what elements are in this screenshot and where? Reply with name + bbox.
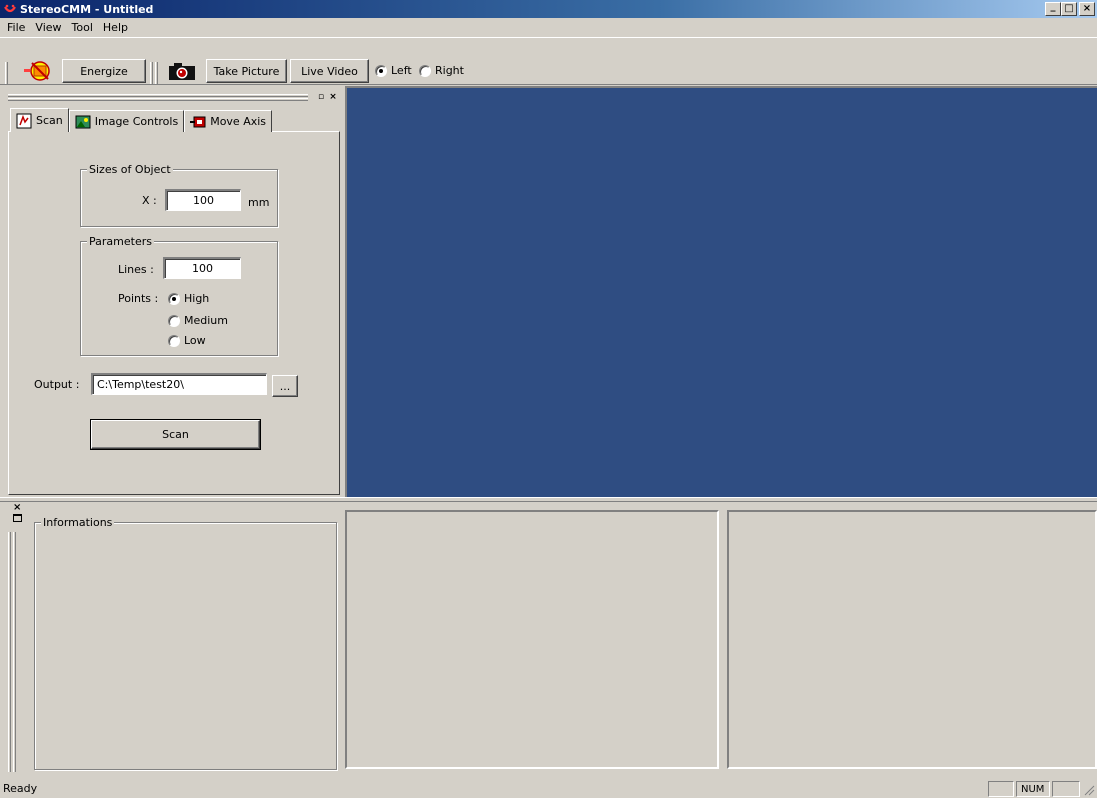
right-radio[interactable]	[419, 64, 431, 77]
status-indicator-caps	[988, 781, 1014, 797]
x-unit-label: mm	[248, 196, 270, 209]
informations-group: Informations	[34, 516, 337, 770]
close-button[interactable]: ×	[1079, 2, 1095, 16]
left-camera-pane[interactable]	[345, 510, 719, 769]
status-bar: Ready NUM	[0, 779, 1097, 798]
points-low-radio[interactable]	[168, 334, 180, 347]
window-title: StereoCMM - Untitled	[20, 2, 154, 16]
menu-help[interactable]: Help	[98, 21, 133, 34]
bottom-panel: × Informations	[0, 502, 1097, 779]
points-low-option[interactable]: Low	[168, 334, 206, 347]
status-indicator-scroll	[1052, 781, 1080, 797]
energize-button[interactable]: Energize	[62, 59, 146, 83]
x-label: X :	[142, 194, 157, 207]
camera-icon-button[interactable]	[162, 59, 202, 83]
toolbar-grip[interactable]	[5, 62, 8, 84]
live-video-label: Live Video	[301, 64, 358, 78]
bottom-panel-close-icon[interactable]: ×	[13, 503, 21, 513]
bottom-panel-grip[interactable]	[8, 532, 11, 772]
lines-value: 100	[192, 262, 213, 275]
points-medium-option[interactable]: Medium	[168, 314, 228, 327]
maximize-icon: □	[1064, 3, 1074, 14]
points-high-radio[interactable]	[168, 292, 180, 305]
menu-view-label: View	[35, 21, 62, 34]
title-bar[interactable]: StereoCMM - Untitled _ □ ×	[0, 0, 1097, 18]
maximize-button[interactable]: □	[1061, 2, 1077, 16]
status-text: Ready	[3, 782, 38, 795]
left-radio[interactable]	[375, 64, 387, 77]
menu-view[interactable]: View	[30, 21, 66, 34]
live-video-button[interactable]: Live Video	[290, 59, 369, 83]
x-size-input[interactable]: 100	[165, 189, 241, 211]
tab-strip: Scan Image Controls Move Axis	[10, 108, 273, 132]
scan-button-label: Scan	[162, 428, 189, 441]
tab-scan[interactable]: Scan	[10, 108, 69, 132]
camera-icon	[169, 63, 195, 80]
take-picture-label: Take Picture	[213, 64, 280, 78]
points-medium-radio[interactable]	[168, 314, 180, 327]
tab-move-axis[interactable]: Move Axis	[184, 110, 273, 132]
tab-scan-label: Scan	[36, 114, 63, 127]
points-high-label: High	[184, 292, 210, 305]
bottom-panel-restore-icon[interactable]	[13, 514, 22, 522]
points-label: Points :	[118, 292, 159, 305]
sizes-of-object-title: Sizes of Object	[87, 163, 173, 176]
energize-icon	[24, 61, 50, 81]
informations-title: Informations	[41, 516, 115, 529]
x-size-value: 100	[193, 194, 214, 207]
energize-label: Energize	[80, 64, 128, 78]
output-label: Output :	[34, 378, 80, 391]
points-high-option[interactable]: High	[168, 292, 209, 305]
menu-file[interactable]: File	[2, 21, 30, 34]
tab-image-controls[interactable]: Image Controls	[68, 110, 185, 132]
panel-close-icon[interactable]: ×	[328, 93, 338, 103]
toolbar-separator	[155, 62, 158, 84]
menu-tool-label: Tool	[71, 21, 93, 34]
take-picture-button[interactable]: Take Picture	[206, 59, 287, 83]
image-controls-icon	[75, 115, 91, 128]
app-icon	[4, 4, 16, 13]
scan-panel: ▫ × Scan Image Controls Move Axis Sizes …	[0, 86, 345, 497]
minimize-icon: _	[1050, 1, 1056, 12]
right-radio-label: Right	[435, 64, 464, 77]
lines-input[interactable]: 100	[163, 257, 241, 279]
close-icon: ×	[1082, 3, 1092, 14]
status-num-label: NUM	[1021, 783, 1045, 795]
toolbar-separator	[150, 62, 153, 84]
minimize-button[interactable]: _	[1045, 2, 1061, 16]
move-axis-icon	[190, 116, 206, 127]
status-indicator-num: NUM	[1016, 781, 1050, 797]
output-path-input[interactable]: C:\Temp\test20\	[91, 373, 267, 395]
scan-button[interactable]: Scan	[90, 419, 261, 450]
tab-image-controls-label: Image Controls	[94, 115, 179, 128]
right-camera-pane[interactable]	[727, 510, 1097, 769]
output-path-value: C:\Temp\test20\	[97, 378, 184, 391]
left-radio-label: Left	[391, 64, 412, 77]
browse-output-label: ...	[279, 379, 291, 393]
main-view[interactable]	[345, 86, 1097, 497]
panel-grip[interactable]	[8, 98, 308, 101]
lines-label: Lines :	[118, 263, 154, 276]
browse-output-button[interactable]: ...	[272, 375, 298, 397]
menu-help-label: Help	[102, 21, 128, 34]
camera-left-option[interactable]: Left	[375, 64, 412, 77]
menu-file-label: File	[7, 21, 26, 34]
energize-icon-button[interactable]	[18, 59, 58, 83]
bottom-panel-grip[interactable]	[13, 532, 16, 772]
parameters-title: Parameters	[87, 235, 154, 248]
tab-move-axis-label: Move Axis	[210, 115, 267, 128]
resize-grip-icon[interactable]	[1083, 784, 1095, 796]
menu-tool[interactable]: Tool	[67, 21, 98, 34]
camera-right-option[interactable]: Right	[419, 64, 464, 77]
panel-grip[interactable]	[8, 94, 308, 97]
scan-icon	[16, 113, 32, 128]
toolbar: Energize Take Picture Live Video Left Ri…	[0, 37, 1097, 85]
points-low-label: Low	[184, 334, 206, 347]
menu-bar: File View Tool Help	[0, 18, 1097, 37]
panel-restore-icon[interactable]: ▫	[316, 93, 326, 103]
points-medium-label: Medium	[184, 314, 228, 327]
